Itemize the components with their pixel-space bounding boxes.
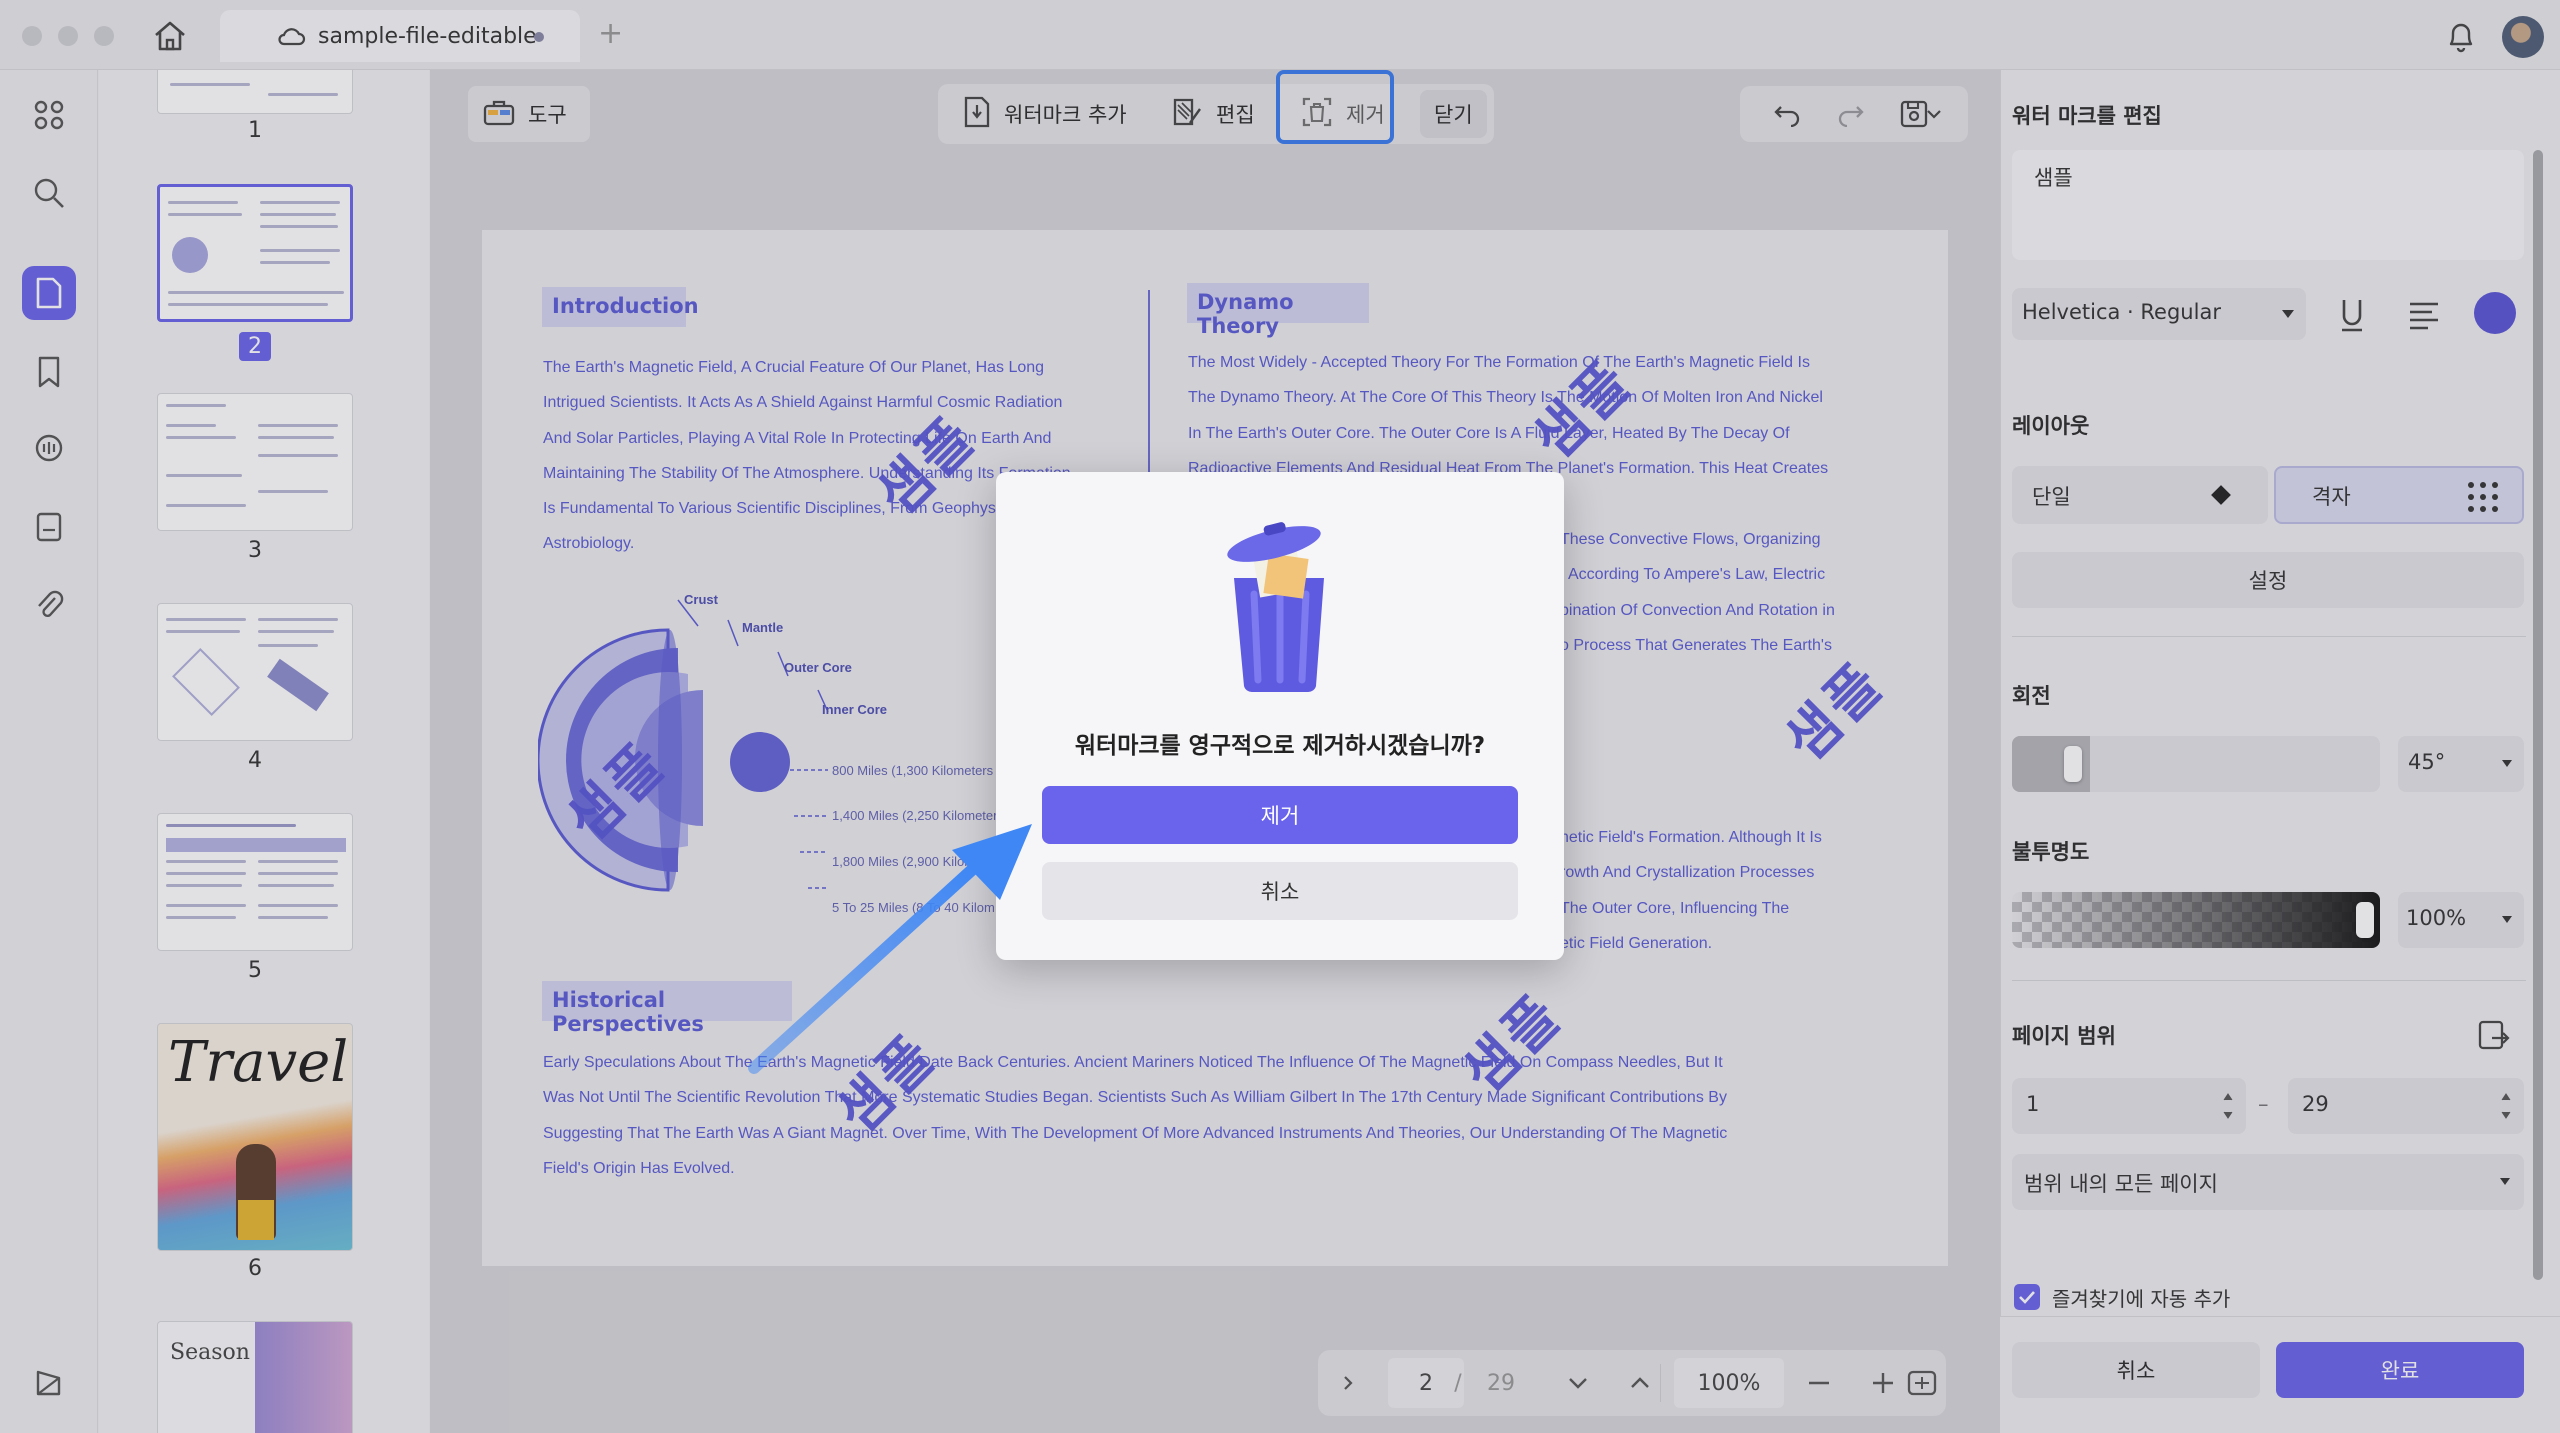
confirm-remove-dialog: 워터마크를 영구적으로 제거하시겠습니까? 제거 취소 [996,472,1564,960]
dialog-cancel-button[interactable]: 취소 [1042,862,1518,920]
confirm-remove-button[interactable]: 제거 [1042,786,1518,844]
dialog-question: 워터마크를 영구적으로 제거하시겠습니까? [1074,733,1486,759]
app-window: sample-file-editable + 1 2 3 4 5 Travel … [0,0,2560,1433]
trash-bin-icon [1227,522,1324,693]
